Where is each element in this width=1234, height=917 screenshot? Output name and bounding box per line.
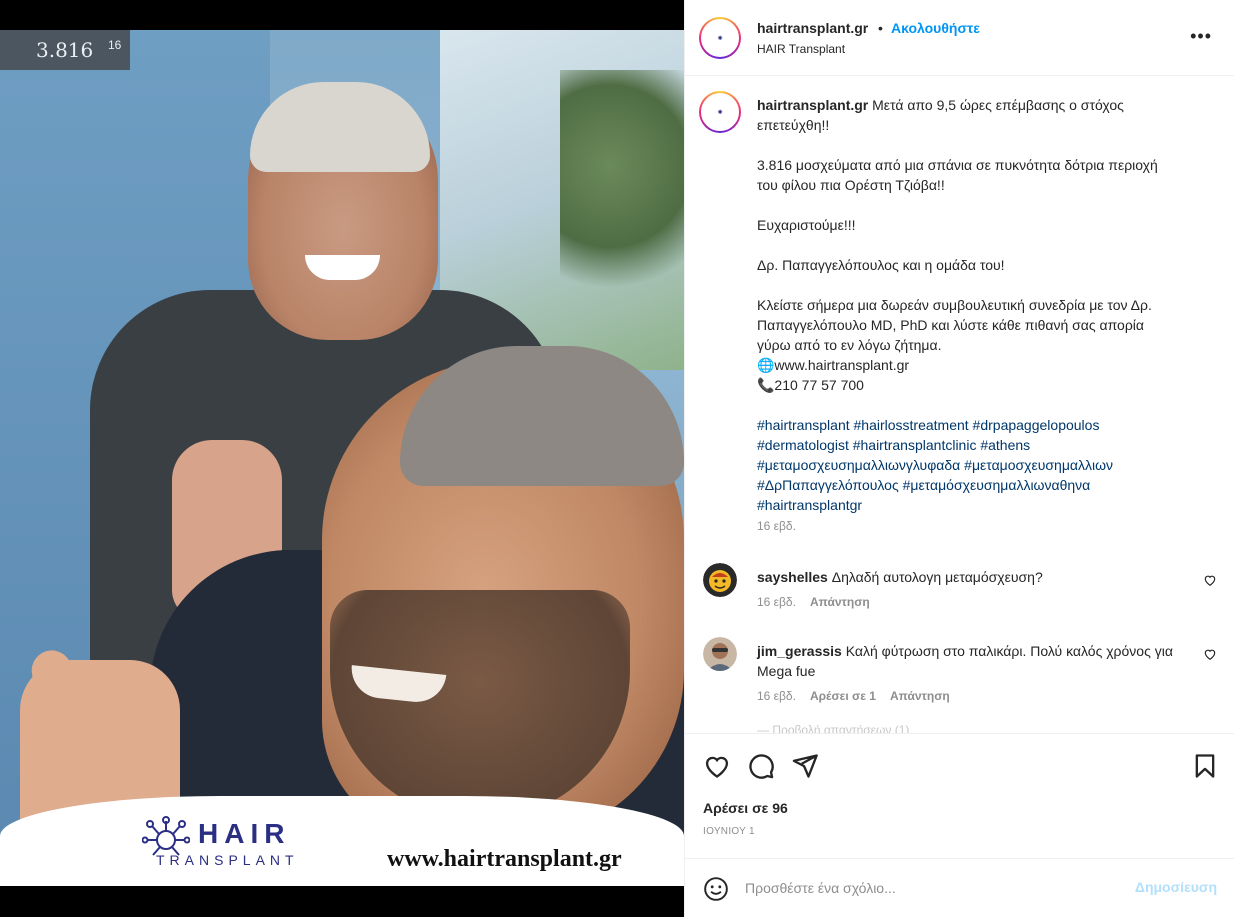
- comments-list[interactable]: ✺ hairtransplant.gr Μετά απο 9,5 ώρες επ…: [685, 77, 1234, 733]
- caption-hashtags[interactable]: #hairtransplant #hairlosstreatment #drpa…: [757, 417, 1117, 513]
- caption-username[interactable]: hairtransplant.gr: [757, 97, 868, 113]
- comment-bubble-icon[interactable]: [747, 752, 775, 780]
- post-media[interactable]: 3.816 16 HAIR TRANSPLANT www.hairtranspl…: [0, 0, 684, 917]
- profile-avatar[interactable]: ✺: [699, 17, 741, 59]
- post-comment-button[interactable]: Δημοσίευση: [1135, 879, 1217, 895]
- add-comment-bar: Δημοσίευση: [685, 858, 1234, 917]
- emoji-icon[interactable]: [703, 876, 729, 902]
- comment-time[interactable]: 16 εβδ.: [757, 595, 796, 609]
- photo-sign: 3.816 16: [0, 30, 130, 70]
- comment-meta: 16 εβδ. Απάντηση: [757, 595, 884, 609]
- doctor-hair: [250, 82, 430, 172]
- comment-text: sayshelles Δηλαδή αυτολογη μεταμόσχευση?: [757, 569, 1043, 585]
- post-caption: hairtransplant.gr Μετά απο 9,5 ώρες επέμ…: [757, 95, 1177, 515]
- comment-username[interactable]: sayshelles: [757, 569, 828, 585]
- like-comment-heart-icon[interactable]: [1203, 647, 1217, 661]
- likes-count[interactable]: Αρέσει σε 96: [703, 800, 788, 816]
- banner-url: www.hairtransplant.gr: [387, 846, 622, 872]
- comment-text: jim_gerassis Καλή φύτρωση στο παλικάρι. …: [757, 643, 1173, 679]
- photo-sign-number: 3.816: [36, 38, 94, 62]
- save-bookmark-icon[interactable]: [1191, 752, 1219, 780]
- avatar-logo-icon: ✺: [701, 19, 739, 57]
- like-comment-heart-icon[interactable]: [1203, 573, 1217, 587]
- avatar-logo-icon: ✺: [701, 93, 739, 131]
- post-side-panel: ✺ hairtransplant.gr • Ακολουθήστε HAIR T…: [684, 0, 1234, 917]
- share-paper-plane-icon[interactable]: [791, 752, 819, 780]
- post-photo: 3.816 16: [0, 30, 684, 886]
- commenter-avatar[interactable]: [703, 637, 737, 671]
- caption-text: Μετά απο 9,5 ώρες επέμβασης ο στόχος επε…: [757, 97, 1158, 393]
- header-username[interactable]: hairtransplant.gr: [757, 20, 868, 36]
- more-options-icon[interactable]: •••: [1190, 26, 1212, 47]
- caption-avatar[interactable]: ✺: [699, 91, 741, 133]
- logo-word: HAIR: [198, 818, 291, 849]
- like-heart-icon[interactable]: [703, 752, 731, 780]
- view-replies-link[interactable]: — Προβολή απαντήσεων (1): [757, 723, 909, 733]
- comment-input[interactable]: [745, 876, 1125, 900]
- follow-button[interactable]: Ακολουθήστε: [891, 20, 980, 36]
- comment-username[interactable]: jim_gerassis: [757, 643, 842, 659]
- caption-timestamp[interactable]: 16 εβδ.: [757, 519, 796, 533]
- post-header: ✺ hairtransplant.gr • Ακολουθήστε HAIR T…: [685, 0, 1234, 76]
- reply-button[interactable]: Απάντηση: [810, 595, 870, 609]
- photo-sign-small: 16: [108, 38, 122, 52]
- header-subtitle: HAIR Transplant: [757, 42, 846, 56]
- post-date[interactable]: ΙΟΥΝΙΟΥ 1: [703, 826, 755, 837]
- instagram-post-modal: 3.816 16 HAIR TRANSPLANT www.hairtranspl…: [0, 0, 1234, 917]
- reply-button[interactable]: Απάντηση: [890, 689, 950, 703]
- header-separator: •: [878, 20, 883, 36]
- comment-time[interactable]: 16 εβδ.: [757, 689, 796, 703]
- hair-transplant-logo: HAIR TRANSPLANT: [142, 812, 322, 872]
- comment-likes[interactable]: Αρέσει σε 1: [810, 689, 876, 703]
- post-actions: Αρέσει σε 96 ΙΟΥΝΙΟΥ 1: [685, 733, 1234, 867]
- commenter-avatar[interactable]: [703, 563, 737, 597]
- logo-subword: TRANSPLANT: [156, 852, 299, 868]
- comment-meta: 16 εβδ. Αρέσει σε 1 Απάντηση: [757, 689, 964, 703]
